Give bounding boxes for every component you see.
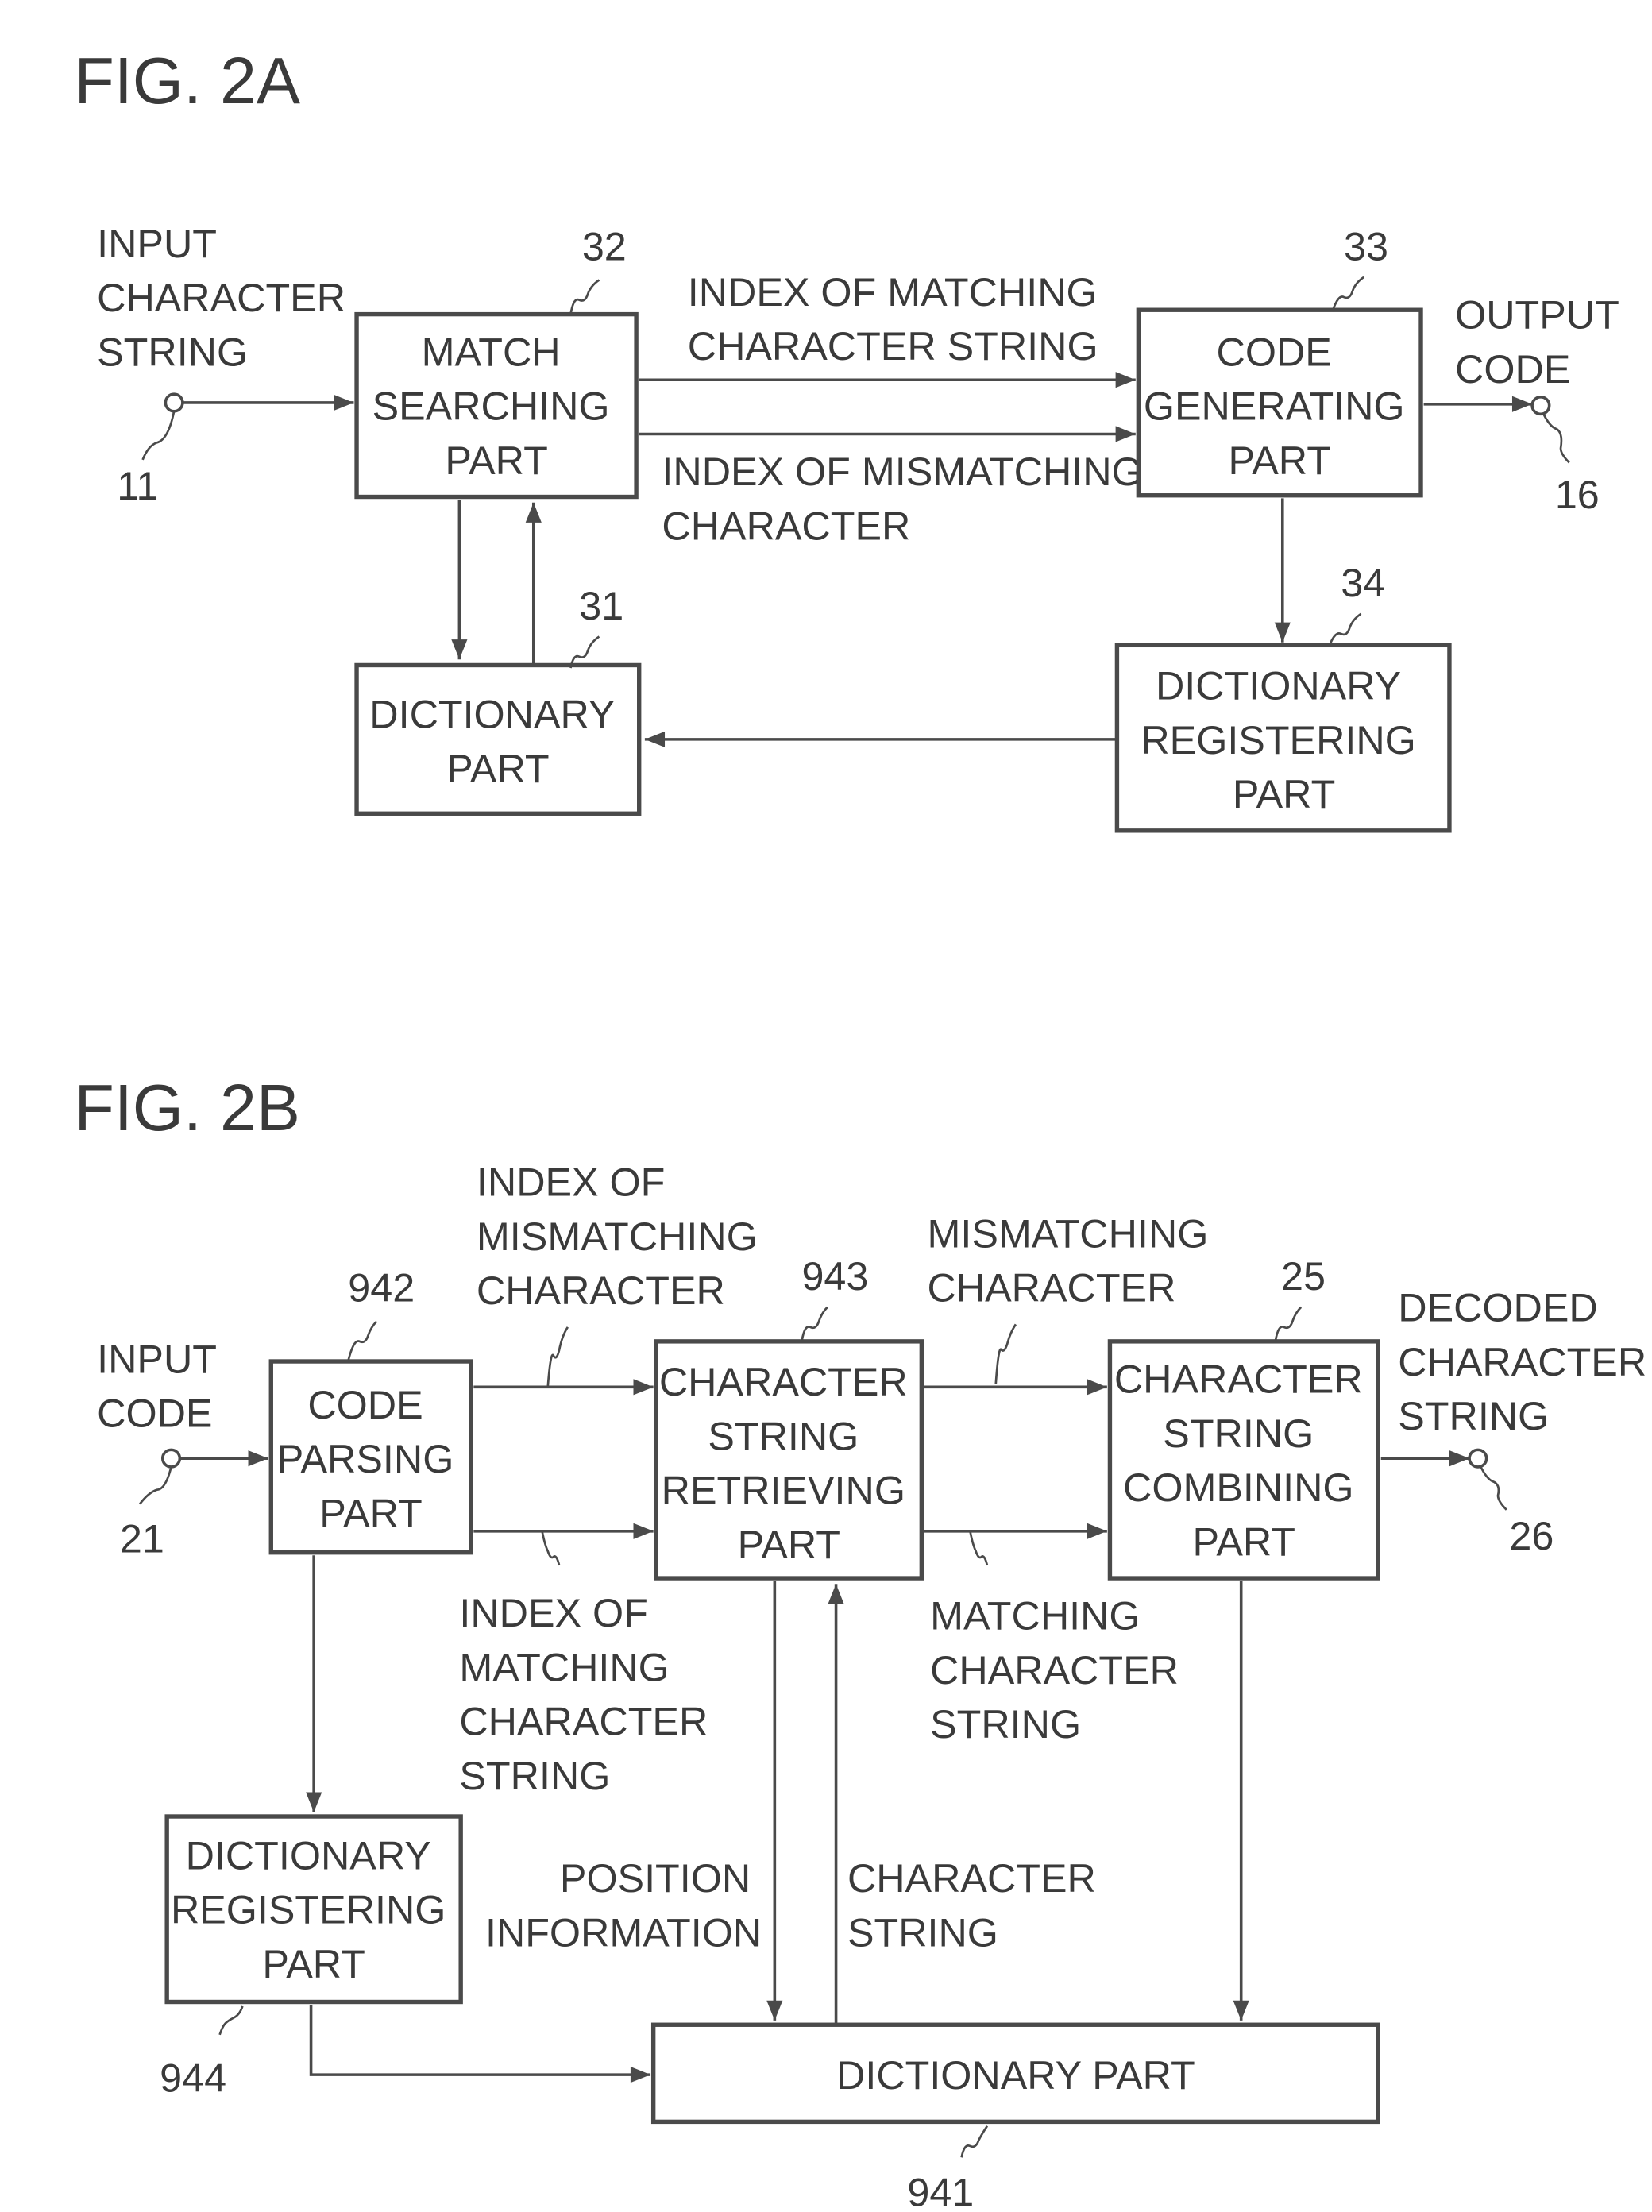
ref-944: 944 — [160, 2056, 226, 2101]
index-mismatching-label: INDEX OF MISMATCHING CHARACTER — [477, 1160, 769, 1314]
ref-33: 33 — [1344, 223, 1388, 268]
match-searching-part-block: MATCH SEARCHING PART — [354, 311, 639, 500]
input-character-string-label: INPUT CHARACTER STRING — [97, 221, 357, 375]
leader-line-icon — [569, 279, 600, 315]
ref-34: 34 — [1341, 560, 1385, 605]
dictionary-part-block: DICTIONARY PART — [650, 2022, 1380, 2125]
input-terminal-icon — [164, 392, 184, 413]
fig-2a: FIG. 2A INPUT CHARACTER STRING 11 MATCH … — [74, 44, 1631, 833]
position-information-label: POSITION INFORMATION — [485, 1855, 762, 1955]
output-terminal-icon — [1530, 395, 1551, 416]
ref-16: 16 — [1555, 472, 1600, 517]
leader-line-icon — [138, 1466, 172, 1505]
patent-figure: FIG. 2A INPUT CHARACTER STRING 11 MATCH … — [74, 44, 1652, 2212]
leader-line-icon — [969, 1531, 989, 1566]
leader-line-icon — [346, 1320, 378, 1362]
leader-line-icon — [218, 2005, 244, 2036]
ref-943: 943 — [801, 1253, 868, 1299]
leader-line-icon — [1328, 612, 1362, 646]
leader-line-icon — [541, 1531, 561, 1566]
dictionary-part-block: DICTIONARY PART — [354, 662, 642, 816]
character-string-retrieving-part-block: CHARACTER STRING RETRIEVING PART — [654, 1339, 924, 1581]
leader-line-icon — [1331, 276, 1364, 312]
leader-line-icon — [1542, 413, 1570, 464]
mismatching-character-label: MISMATCHING CHARACTER — [928, 1210, 1220, 1310]
matching-character-string-label: MATCHING CHARACTER STRING — [930, 1593, 1190, 1747]
ref-31: 31 — [579, 583, 623, 628]
ref-26: 26 — [1509, 1513, 1554, 1558]
fig-2a-title: FIG. 2A — [74, 44, 300, 118]
leader-line-icon — [546, 1326, 569, 1388]
index-mismatching-label: INDEX OF MISMATCHING CHARACTER — [662, 449, 1153, 548]
index-matching-label: INDEX OF MATCHING CHARACTER STRING — [459, 1590, 719, 1798]
dictionary-registering-part-block: DICTIONARY REGISTERING PART — [1114, 643, 1452, 833]
dictionary-registering-part-block: DICTIONARY REGISTERING PART — [164, 1814, 463, 2005]
output-terminal-icon — [1468, 1448, 1488, 1469]
index-matching-label: INDEX OF MATCHING CHARACTER STRING — [688, 269, 1109, 369]
leader-line-icon — [801, 1306, 828, 1342]
leader-line-icon — [994, 1323, 1017, 1384]
ref-941: 941 — [907, 2169, 974, 2212]
character-string-label: CHARACTER STRING — [847, 1855, 1107, 1955]
fig-2b: FIG. 2B INPUT CODE 21 CODE PARSING PART … — [74, 1071, 1652, 2212]
ref-11: 11 — [117, 463, 158, 508]
character-string-combining-part-block: CHARACTER STRING COMBINING PART — [1107, 1339, 1380, 1581]
ref-942: 942 — [348, 1265, 415, 1311]
leader-line-icon — [1480, 1466, 1507, 1511]
ref-21: 21 — [120, 1516, 164, 1562]
input-code-label: INPUT CODE — [97, 1336, 228, 1435]
fig-2b-title: FIG. 2B — [74, 1071, 300, 1145]
leader-line-icon — [1274, 1306, 1303, 1342]
output-code-label: OUTPUT CODE — [1455, 292, 1631, 392]
registering-to-dictionary-arrow — [309, 2005, 651, 2083]
code-generating-part-block: CODE GENERATING PART — [1136, 307, 1423, 498]
input-terminal-icon — [160, 1448, 182, 1469]
code-parsing-part-block: CODE PARSING PART — [268, 1359, 473, 1555]
leader-line-icon — [960, 2125, 989, 2158]
ref-25: 25 — [1281, 1253, 1326, 1299]
leader-line-icon — [141, 411, 176, 461]
decoded-character-string-label: DECODED CHARACTER STRING — [1398, 1285, 1652, 1439]
ref-32: 32 — [582, 223, 627, 268]
svg-text:DICTIONARY PART: DICTIONARY PART — [836, 2052, 1195, 2098]
